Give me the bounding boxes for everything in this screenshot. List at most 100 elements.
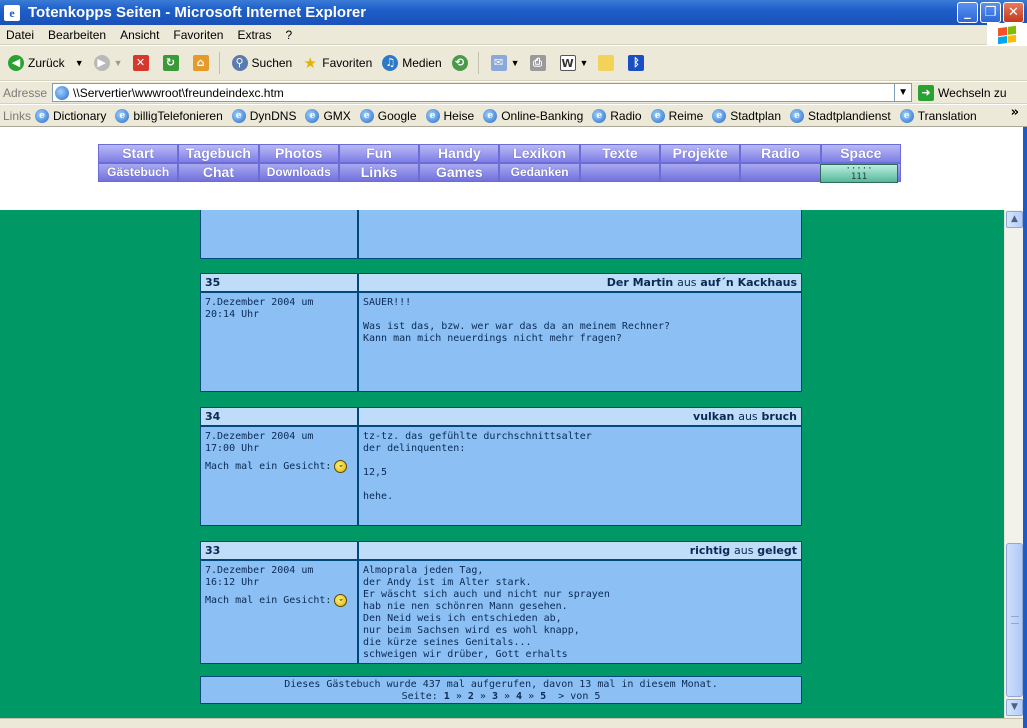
entry-info: 7.Dezember 2004 um 16:12 Uhr Mach mal ei… bbox=[200, 560, 358, 664]
entry-date: 7.Dezember 2004 um 16:12 Uhr bbox=[205, 565, 314, 588]
page-link-2[interactable]: 2 bbox=[468, 691, 474, 702]
minimize-button[interactable]: _ bbox=[957, 2, 978, 23]
title-bar[interactable]: e Totenkopps Seiten - Microsoft Internet… bbox=[0, 0, 1027, 25]
menu-ansicht[interactable]: Ansicht bbox=[114, 28, 167, 42]
messenger-button[interactable] bbox=[596, 50, 620, 76]
page-link-3[interactable]: 3 bbox=[492, 691, 498, 702]
page-count: von 5 bbox=[570, 691, 601, 702]
bluetooth-button[interactable]: ᛒ bbox=[626, 50, 650, 76]
ie-link-icon: e bbox=[650, 108, 665, 123]
next-page-link[interactable]: > bbox=[558, 691, 564, 702]
refresh-button[interactable]: ↻ bbox=[161, 50, 185, 76]
link-online-banking[interactable]: e Online-Banking bbox=[483, 108, 583, 123]
page-link-4[interactable]: 4 bbox=[516, 691, 522, 702]
link-dictionary[interactable]: e Dictionary bbox=[35, 108, 106, 123]
ie-link-icon: e bbox=[712, 108, 727, 123]
nav-start[interactable]: Start bbox=[98, 144, 179, 163]
address-dropdown-icon[interactable]: ▼ bbox=[894, 84, 912, 101]
nav-gaestebuch[interactable]: Gästebuch bbox=[98, 163, 179, 182]
go-label: Wechseln zu bbox=[938, 85, 1007, 100]
nav-downloads[interactable]: Downloads bbox=[258, 163, 339, 182]
menu-datei[interactable]: Datei bbox=[0, 28, 42, 42]
history-icon: ⟲ bbox=[451, 55, 468, 71]
back-label: Zurück bbox=[28, 56, 65, 70]
link-heise[interactable]: e Heise bbox=[425, 108, 474, 123]
nav-fun[interactable]: Fun bbox=[338, 144, 420, 163]
entry-date: 7.Dezember 2004 um 17:00 Uhr bbox=[205, 431, 314, 454]
back-dropdown-icon[interactable]: ▼ bbox=[75, 58, 84, 68]
nav-handy[interactable]: Handy bbox=[419, 144, 500, 163]
go-arrow-icon: ➜ bbox=[918, 84, 935, 101]
close-button[interactable]: ✕ bbox=[1003, 2, 1024, 23]
link-translation[interactable]: e Translation bbox=[899, 108, 977, 123]
nav-radio[interactable]: Radio bbox=[740, 144, 821, 163]
nav-empty-1 bbox=[579, 163, 661, 182]
ie-link-icon: e bbox=[592, 108, 607, 123]
ie-link-icon: e bbox=[425, 108, 440, 123]
link-dyndns[interactable]: e DynDNS bbox=[231, 108, 296, 123]
link-stadtplan[interactable]: e Stadtplan bbox=[712, 108, 781, 123]
link-stadtplandienst[interactable]: e Stadtplandienst bbox=[790, 108, 891, 123]
site-nav: Start Tagebuch Photos Fun Handy Lexikon … bbox=[98, 144, 901, 183]
page-link-5[interactable]: 5 bbox=[540, 691, 546, 702]
address-label: Adresse bbox=[3, 85, 48, 100]
page-link-1[interactable]: 1 bbox=[444, 691, 450, 702]
entry-message: Almoprala jeden Tag, der Andy ist im Alt… bbox=[358, 560, 802, 664]
nav-chat[interactable]: Chat bbox=[178, 163, 259, 182]
stop-button[interactable]: ✕ bbox=[131, 50, 155, 76]
standard-toolbar: ◀ Zurück ▼ ▶ ▼ ✕ ↻ ⌂ ⚲ Suchen ★ Favorite… bbox=[0, 46, 1027, 81]
link-gmx[interactable]: e GMX bbox=[305, 108, 351, 123]
favorites-button[interactable]: ★ Favoriten bbox=[300, 50, 374, 76]
link-google[interactable]: e Google bbox=[359, 108, 417, 123]
ie-link-icon: e bbox=[115, 108, 130, 123]
edit-button[interactable]: W ▼ bbox=[558, 50, 591, 76]
scroll-up-button[interactable]: ▲ bbox=[1006, 211, 1023, 228]
search-icon: ⚲ bbox=[231, 55, 248, 71]
nav-texte[interactable]: Texte bbox=[579, 144, 661, 163]
print-button[interactable]: ⎙ bbox=[528, 50, 552, 76]
nav-photos[interactable]: Photos bbox=[258, 144, 339, 163]
prev-entry-info-cell bbox=[200, 210, 358, 259]
nav-games[interactable]: Games bbox=[419, 163, 500, 182]
mail-button[interactable]: ✉ ▼ bbox=[489, 50, 522, 76]
address-input[interactable]: \\Servertier\wwwroot\freundeindexc.htm ▼ bbox=[52, 83, 913, 102]
word-edit-icon: W bbox=[559, 55, 576, 71]
scroll-down-button[interactable]: ▼ bbox=[1006, 699, 1023, 716]
menu-help[interactable]: ? bbox=[279, 28, 300, 42]
nav-space[interactable]: Space bbox=[820, 144, 901, 163]
link-reime[interactable]: e Reime bbox=[650, 108, 703, 123]
entry-number: 35 bbox=[200, 273, 358, 292]
back-button[interactable]: ◀ Zurück ▼ bbox=[6, 50, 86, 76]
star-icon: ★ bbox=[303, 54, 317, 72]
guestbook-frame: 35 Der Martin aus auf´n Kackhaus 7.Dezem… bbox=[0, 210, 1004, 718]
ie-page-icon: e bbox=[4, 4, 20, 21]
menu-extras[interactable]: Extras bbox=[231, 28, 279, 42]
nav-lexikon[interactable]: Lexikon bbox=[499, 144, 580, 163]
menu-favoriten[interactable]: Favoriten bbox=[167, 28, 231, 42]
forward-dropdown-icon[interactable]: ▼ bbox=[114, 58, 123, 68]
vertical-scrollbar[interactable]: ▲ ▼ bbox=[1004, 210, 1023, 718]
counter-value: 111 bbox=[850, 172, 868, 182]
scroll-thumb[interactable] bbox=[1006, 543, 1023, 697]
links-bar: Links e Dictionary e billigTelefonieren eD… bbox=[0, 105, 1027, 127]
nav-tagebuch[interactable]: Tagebuch bbox=[178, 144, 259, 163]
media-button[interactable]: ♫ Medien bbox=[380, 50, 443, 76]
address-url: \\Servertier\wwwroot\freundeindexc.htm bbox=[73, 85, 284, 100]
link-billigtelefonieren[interactable]: e billigTelefonieren bbox=[115, 108, 223, 123]
links-overflow-icon[interactable]: » bbox=[1011, 105, 1019, 120]
forward-button[interactable]: ▶ ▼ bbox=[92, 50, 125, 76]
forward-arrow-icon: ▶ bbox=[93, 55, 110, 71]
link-radio[interactable]: e Radio bbox=[592, 108, 642, 123]
nav-empty-3 bbox=[740, 163, 821, 182]
menu-bearbeiten[interactable]: Bearbeiten bbox=[42, 28, 114, 42]
menu-bar: Datei Bearbeiten Ansicht Favoriten Extra… bbox=[0, 25, 1027, 45]
home-button[interactable]: ⌂ bbox=[191, 50, 215, 76]
history-button[interactable]: ⟲ bbox=[450, 50, 474, 76]
ie-link-icon: e bbox=[35, 108, 50, 123]
nav-gedanken[interactable]: Gedanken bbox=[499, 163, 580, 182]
maximize-button[interactable]: ❐ bbox=[980, 2, 1001, 23]
nav-projekte[interactable]: Projekte bbox=[660, 144, 741, 163]
go-button[interactable]: ➜ Wechseln zu bbox=[918, 84, 1007, 101]
nav-links[interactable]: Links bbox=[338, 163, 420, 182]
search-button[interactable]: ⚲ Suchen bbox=[230, 50, 295, 76]
